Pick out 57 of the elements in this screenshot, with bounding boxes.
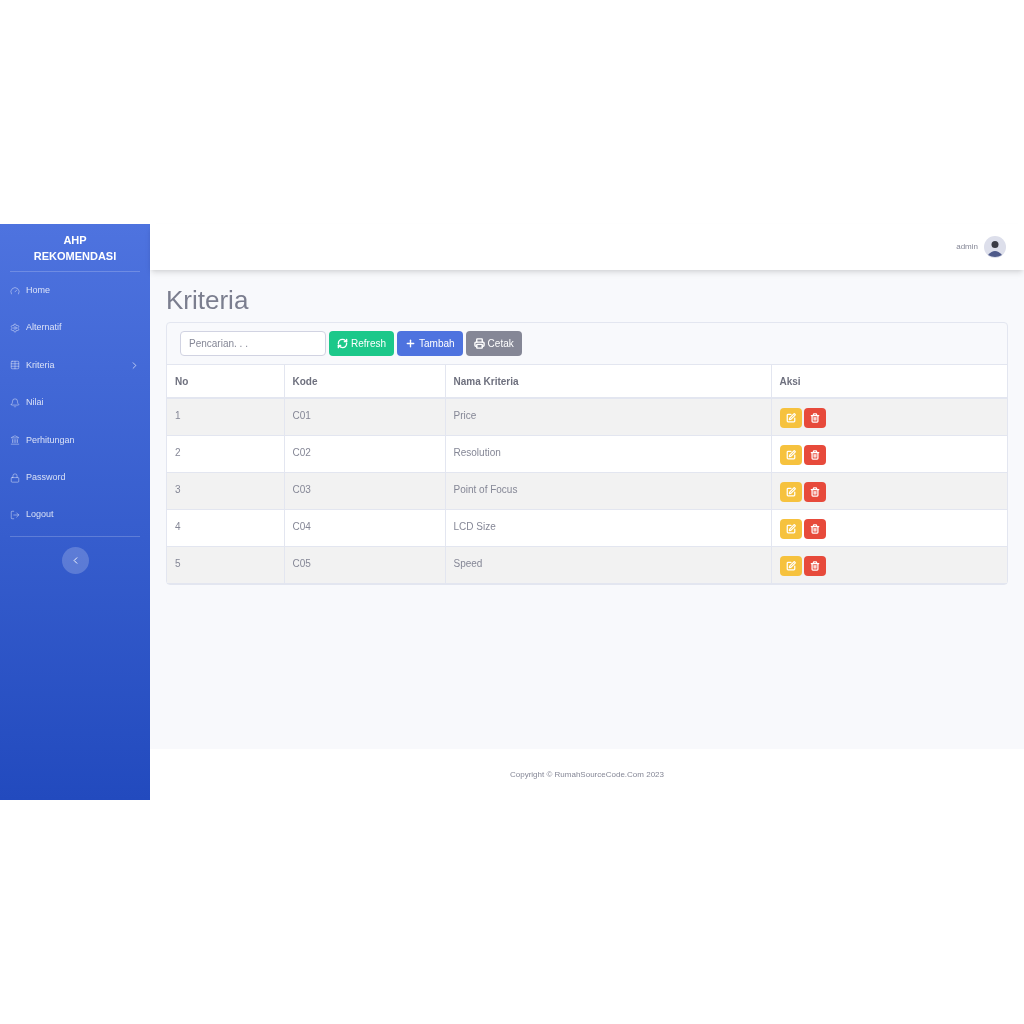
- bell-icon: [10, 397, 20, 408]
- edit-icon: [785, 450, 796, 460]
- logout-icon: [10, 510, 20, 521]
- gear-icon: [10, 323, 20, 334]
- delete-button[interactable]: [803, 519, 826, 539]
- sidebar-item[interactable]: Home: [10, 272, 140, 310]
- sidebar-item[interactable]: Logout: [10, 496, 140, 534]
- delete-button[interactable]: [803, 445, 826, 465]
- trash-icon: [809, 524, 820, 534]
- table-cell: C05: [284, 546, 445, 583]
- refresh-button[interactable]: Refresh: [329, 331, 394, 356]
- sidebar-item[interactable]: Alternatif: [10, 309, 140, 347]
- add-button[interactable]: Tambah: [397, 331, 463, 356]
- table-cell: C03: [284, 472, 445, 509]
- table-cell: 1: [167, 398, 284, 435]
- delete-button[interactable]: [803, 482, 826, 502]
- edit-icon: [785, 561, 796, 571]
- table-cell: LCD Size: [445, 509, 771, 546]
- table-cell: C02: [284, 435, 445, 472]
- delete-button[interactable]: [803, 408, 826, 429]
- trash-icon: [809, 450, 820, 460]
- sidebar-toggle-button[interactable]: [61, 546, 89, 574]
- edit-icon: [785, 413, 796, 424]
- table-cell: Speed: [445, 546, 771, 583]
- table-icon: [10, 360, 20, 371]
- user-name[interactable]: admin: [956, 241, 978, 253]
- edit-icon: [785, 524, 796, 534]
- table-cell: 5: [167, 546, 284, 583]
- table-cell: Resolution: [445, 435, 771, 472]
- table-cell: 2: [167, 435, 284, 472]
- printer-icon: [473, 338, 485, 349]
- copyright-text: Copyright © RumahSourceCode.Com 2023: [510, 768, 664, 781]
- sidebar-item[interactable]: Perhitungan: [10, 421, 140, 459]
- sidebar-item[interactable]: Password: [10, 458, 140, 497]
- refresh-icon: [337, 338, 348, 349]
- lock-icon: [10, 472, 20, 483]
- table-cell: Price: [445, 398, 771, 435]
- trash-icon: [809, 487, 820, 497]
- gauge-icon: [10, 285, 20, 296]
- brand-title: AHP REKOMENDASI: [10, 224, 140, 272]
- plus-icon: [405, 338, 416, 349]
- table-cell: 3: [167, 472, 284, 509]
- delete-button[interactable]: [803, 556, 826, 576]
- table-cell: Point of Focus: [445, 472, 771, 509]
- trash-icon: [809, 413, 820, 424]
- sidebar-item[interactable]: Kriteria: [10, 346, 140, 385]
- table-cell: C04: [284, 509, 445, 546]
- edit-icon: [785, 487, 796, 497]
- print-button[interactable]: Cetak: [465, 331, 522, 356]
- table-cell: C01: [284, 398, 445, 435]
- search-field[interactable]: Pencarian. . .: [180, 331, 326, 356]
- page-title: Kriteria: [166, 284, 250, 316]
- table-cell: 4: [167, 509, 284, 546]
- avatar-icon[interactable]: [984, 236, 1006, 258]
- sidebar-item[interactable]: Nilai: [10, 384, 140, 422]
- trash-icon: [809, 561, 820, 571]
- landmark-icon: [10, 435, 20, 446]
